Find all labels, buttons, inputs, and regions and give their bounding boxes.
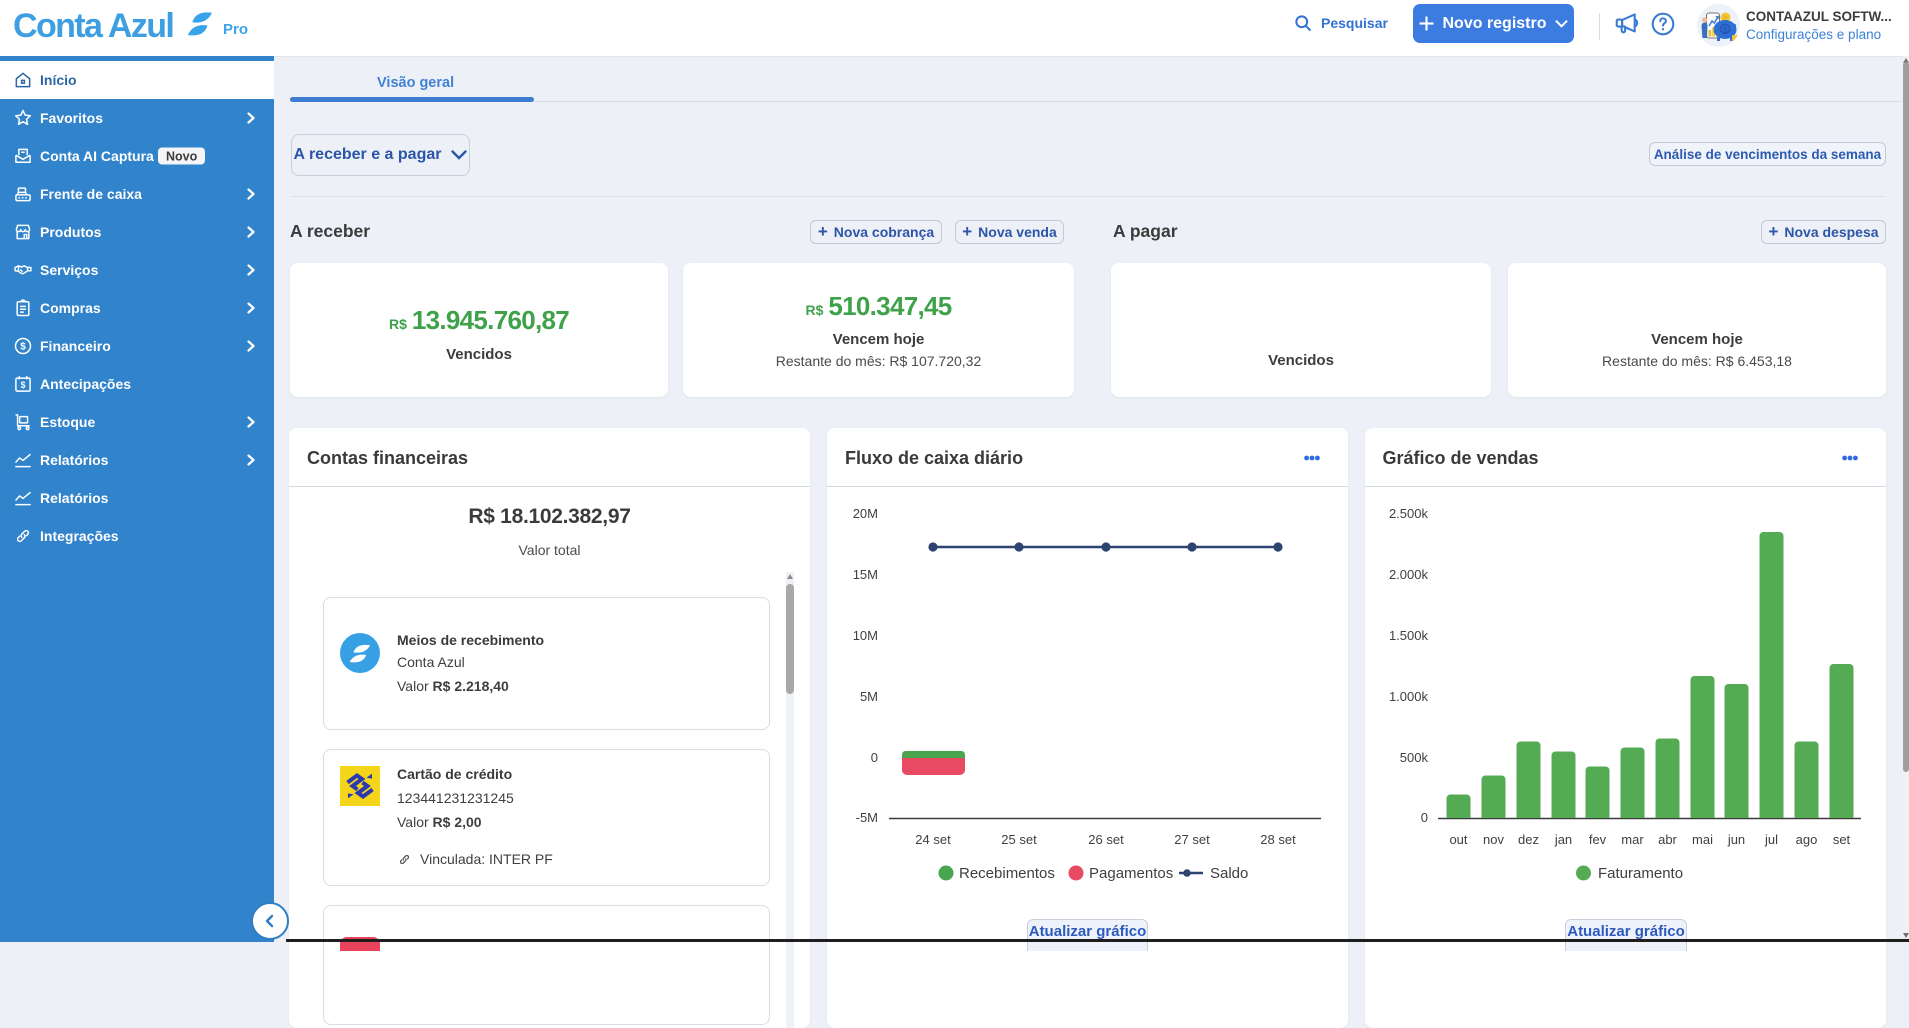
svg-text:26 set: 26 set [1088,832,1124,847]
svg-text:1.500k: 1.500k [1388,628,1428,643]
svg-text:27 set: 27 set [1174,832,1210,847]
svg-text:mar: mar [1621,832,1644,847]
svg-text:jan: jan [1553,832,1571,847]
svg-text:$: $ [1722,25,1728,36]
svg-text:1.000k: 1.000k [1388,689,1428,704]
svg-text:jun: jun [1726,832,1744,847]
svg-text:dez: dez [1518,832,1539,847]
svg-text:mai: mai [1692,832,1713,847]
svg-text:24 set: 24 set [915,832,951,847]
svg-text:fev: fev [1588,832,1606,847]
svg-text:out: out [1449,832,1467,847]
svg-text:$: $ [21,380,26,390]
svg-text:5M: 5M [860,689,878,704]
svg-text:28 set: 28 set [1260,832,1296,847]
svg-text:set: set [1832,832,1850,847]
svg-text:-5M: -5M [856,810,878,825]
svg-text:20M: 20M [853,506,878,521]
svg-text:Recebimentos: Recebimentos [959,865,1055,882]
svg-text:2.500k: 2.500k [1388,506,1428,521]
svg-text:15M: 15M [853,567,878,582]
svg-text:2.000k: 2.000k [1388,567,1428,582]
svg-text:Saldo: Saldo [1210,865,1248,882]
svg-text:abr: abr [1658,832,1677,847]
svg-text:500k: 500k [1399,750,1428,765]
svg-text:ago: ago [1795,832,1817,847]
svg-text:0: 0 [1420,810,1427,825]
svg-text:0: 0 [871,750,878,765]
svg-text:Pagamentos: Pagamentos [1089,865,1173,882]
svg-text:jul: jul [1763,832,1777,847]
svg-text:25 set: 25 set [1001,832,1037,847]
svg-text:Faturamento: Faturamento [1598,865,1683,882]
svg-text:10M: 10M [853,628,878,643]
svg-text:$: $ [20,342,26,353]
svg-text:nov: nov [1483,832,1504,847]
